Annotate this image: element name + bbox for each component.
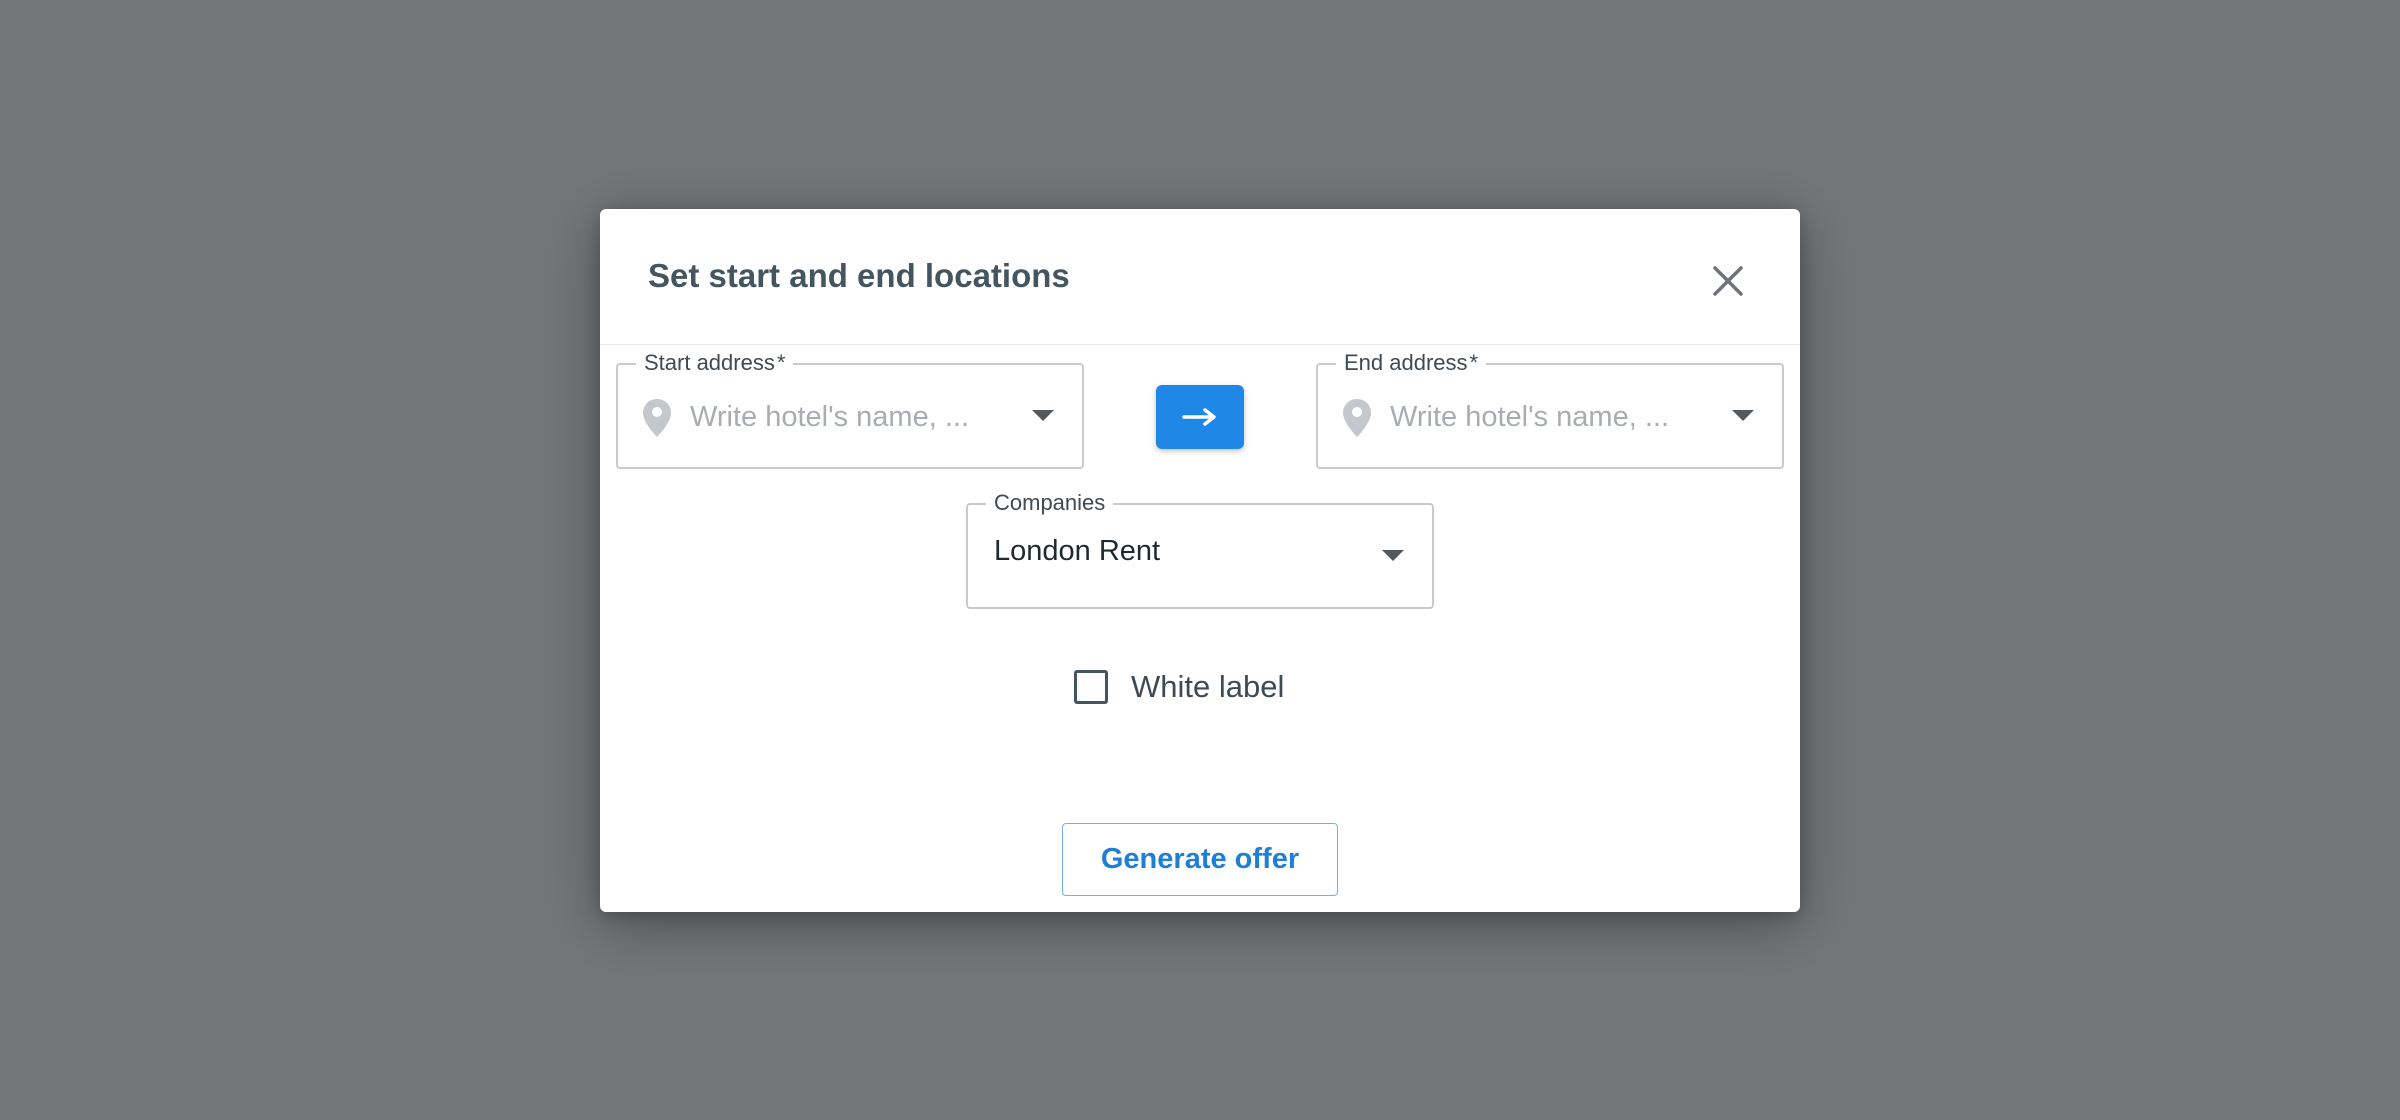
companies-label: Companies bbox=[986, 488, 1114, 518]
start-address-input[interactable] bbox=[690, 389, 1020, 445]
companies-selected-value: London Rent bbox=[994, 535, 1161, 567]
close-icon bbox=[1713, 266, 1743, 296]
chevron-down-icon[interactable] bbox=[1032, 410, 1054, 421]
location-pin-icon bbox=[1343, 399, 1371, 437]
chevron-down-icon[interactable] bbox=[1382, 550, 1404, 561]
close-button[interactable] bbox=[1708, 261, 1748, 301]
location-pin-icon bbox=[643, 399, 671, 437]
start-address-field[interactable]: Start address* bbox=[616, 348, 1084, 469]
end-address-label: End address* bbox=[1336, 348, 1487, 378]
white-label-checkbox[interactable] bbox=[1074, 670, 1108, 704]
dialog-header: Set start and end locations bbox=[600, 209, 1800, 345]
start-address-label: Start address* bbox=[636, 348, 794, 378]
arrow-right-icon bbox=[1182, 408, 1216, 426]
white-label-label: White label bbox=[1131, 669, 1285, 704]
white-label-checkbox-row[interactable]: White label bbox=[1074, 667, 1284, 707]
chevron-down-icon[interactable] bbox=[1732, 410, 1754, 421]
dialog-title: Set start and end locations bbox=[648, 257, 1070, 294]
swap-direction-button[interactable] bbox=[1156, 385, 1244, 449]
companies-select[interactable]: Companies London Rent bbox=[966, 488, 1434, 609]
set-locations-dialog: Set start and end locations Start addres… bbox=[600, 209, 1800, 912]
generate-offer-button[interactable]: Generate offer bbox=[1062, 823, 1338, 896]
end-address-field[interactable]: End address* bbox=[1316, 348, 1784, 469]
end-address-input[interactable] bbox=[1390, 389, 1720, 445]
